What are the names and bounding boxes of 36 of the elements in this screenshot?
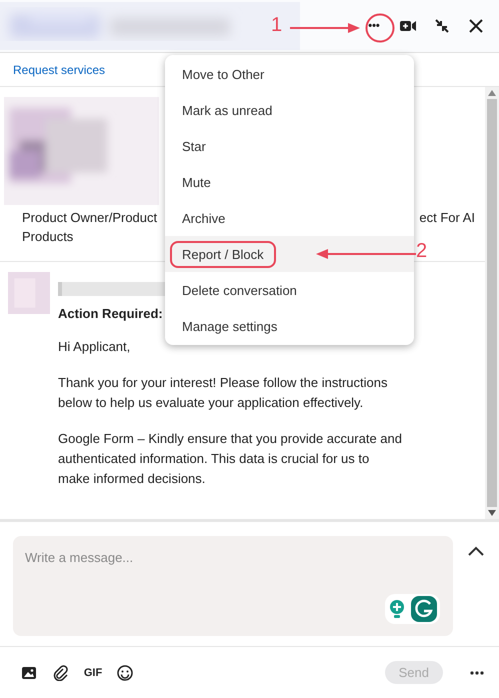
annotation-arrow (290, 23, 360, 33)
collapse-arrows-icon (434, 18, 450, 34)
menu-item[interactable]: Move to Other (165, 56, 414, 92)
menu-item[interactable]: Mute (165, 164, 414, 200)
menu-item[interactable]: Report / Block (165, 236, 414, 272)
profile-headline: Product Owner/Product (22, 209, 158, 227)
paperclip-icon (53, 664, 69, 680)
profile-headline: ect For AI (419, 209, 475, 227)
grammar-widget[interactable] (385, 594, 440, 624)
profile-headline: Products (21, 228, 74, 246)
image-icon (22, 666, 36, 678)
annotation-number: 2 (416, 240, 428, 263)
grammar-logo (411, 596, 437, 622)
close-icon (469, 19, 483, 33)
scroll-up-icon[interactable] (488, 90, 496, 96)
message-subject: Action Required: (58, 306, 163, 321)
gif-button[interactable]: GIF (81, 660, 105, 684)
message-paragraph: Thank you for your interest! Please follow the instructions below to help us evaluate your application effectively. (58, 374, 388, 412)
smiley-icon (117, 664, 133, 680)
menu-item[interactable]: Manage settings (165, 308, 414, 344)
message-paragraph: Google Form – Kindly ensure that you provide accurate and authenticated information. This data is crucial for us to make informed decisions. (58, 430, 403, 488)
annotation-number: 1 (271, 14, 282, 37)
menu-item[interactable]: Delete conversation (165, 272, 414, 308)
message-paragraph: Hi Applicant, (58, 338, 130, 356)
video-camera-icon (400, 20, 416, 32)
chevron-up-icon (468, 546, 484, 556)
annotation-circle (365, 13, 395, 43)
lightbulb-icon (388, 599, 406, 619)
menu-item[interactable]: Mark as unread (165, 92, 414, 128)
menu-item[interactable]: Archive (165, 200, 414, 236)
scrollbar[interactable] (485, 87, 499, 519)
message-textarea[interactable]: Write a message... (13, 536, 453, 636)
request-services-link[interactable]: Request services (13, 62, 106, 76)
more-button[interactable]: ••• (359, 11, 389, 41)
menu-item[interactable]: Star (165, 128, 414, 164)
scroll-down-icon[interactable] (488, 510, 496, 516)
